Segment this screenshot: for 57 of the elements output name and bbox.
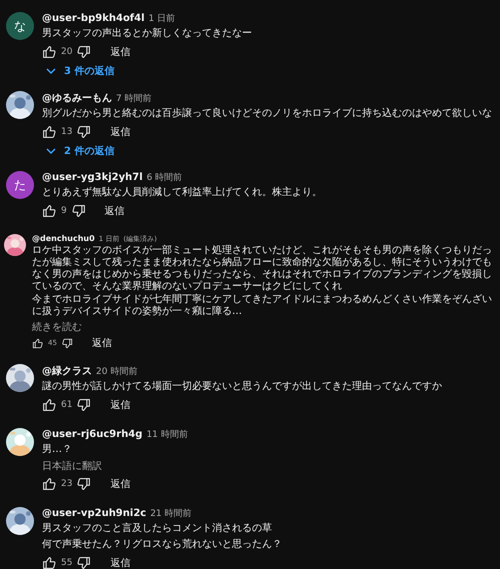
author-name[interactable]: @user-vp2uh9ni2c (42, 508, 146, 519)
thumbs-down-icon[interactable] (77, 398, 92, 412)
thumbs-down-icon[interactable] (77, 45, 92, 59)
chevron-down-icon (46, 66, 56, 76)
thumbs-down-icon[interactable] (62, 338, 73, 348)
chevron-down-icon (46, 146, 56, 156)
thumbs-down-icon[interactable] (72, 204, 86, 218)
like-count: 61 (61, 400, 72, 410)
reply-button[interactable]: 返信 (92, 336, 112, 350)
comment-time: 11 時間前 (146, 428, 188, 441)
comment-text: ロケ中スタッフのボイスが一部ミュート処理されていたけど、これがそもそも男の声を除くつもりだったが編集ミスして残ったまま使われたなら納品フローに致命的な欠陥があるし、特にそういうわけでもなく男の声をはじめから乗せるつもりだったなら、それはそれでホロライブのブランディングを毀損しているので、そんな業界理解のないプロデューサーはクビにしてくれ (32, 245, 493, 293)
reply-button[interactable]: 返信 (104, 204, 125, 218)
comment-time: 1 日前 (148, 12, 176, 25)
author-name[interactable]: @user-rj6uc9rh4g (42, 429, 142, 440)
view-replies-button[interactable]: 3 件の返信 (42, 63, 114, 79)
like-count: 9 (61, 206, 67, 216)
author-name[interactable]: @user-yg3kj2yh7l (42, 172, 143, 183)
avatar[interactable]: な (6, 12, 34, 40)
thumbs-up-icon[interactable] (42, 45, 56, 59)
like-count: 23 (61, 479, 72, 489)
read-more-link[interactable]: 続きを読む (32, 320, 82, 334)
reply-button[interactable]: 返信 (110, 125, 130, 139)
comment-time: 20 時間前 (96, 366, 138, 378)
like-count: 20 (61, 47, 72, 57)
comment-text: 男…？ (42, 443, 73, 457)
thumbs-up-icon[interactable] (42, 477, 56, 491)
reply-button[interactable]: 返信 (110, 398, 130, 412)
author-name[interactable]: @緑クラス (42, 364, 92, 378)
comment-text: 謎の男性が話しかけてる場面一切必要ないと思うんですが出してきた理由ってなんですか (42, 380, 443, 394)
author-name[interactable]: @ゆるみーもん (42, 91, 112, 105)
comment-text: とりあえず無駄な人員削減して利益率上げてくれ。株主より。 (42, 186, 323, 200)
thumbs-down-icon[interactable] (77, 125, 92, 139)
comment-text: 男スタッフの声出るとか新しくなってきたなー (42, 27, 253, 41)
like-count: 55 (61, 558, 72, 568)
comment-time: 21 時間前 (150, 508, 192, 520)
comment-text: 今までホロライブサイドが七年間丁寧にケアしてきたアイドルにまつわるめんどくさい作業をぞんざいに扱うデバイスサイドの姿勢が一々癪に障る… (32, 294, 493, 318)
avatar[interactable]: た (6, 171, 34, 199)
thumbs-up-icon[interactable] (42, 125, 56, 139)
comment-time: 7 時間前 (116, 92, 152, 105)
author-name[interactable]: @denchuchu0 (32, 234, 95, 243)
comment-time: 6 時間前 (146, 172, 182, 184)
view-replies-button[interactable]: 2 件の返信 (42, 143, 114, 159)
thumbs-down-icon[interactable] (77, 477, 92, 491)
thumbs-down-icon[interactable] (77, 556, 92, 569)
thumbs-up-icon[interactable] (42, 398, 56, 412)
comment-text: 男スタッフのこと言及したらコメント消されるの草 (42, 522, 273, 536)
comment-text: 別グルだから男と絡むのは百歩譲って良いけどそのノリをホロライブに持ち込むのはやめて欲しいな (42, 107, 493, 121)
reply-button[interactable]: 返信 (110, 556, 130, 569)
like-count: 13 (61, 127, 72, 137)
thumbs-up-icon[interactable] (32, 338, 43, 348)
reply-button[interactable]: 返信 (110, 45, 130, 59)
thumbs-up-icon[interactable] (42, 556, 56, 569)
translate-link[interactable]: 日本語に翻訳 (42, 459, 102, 473)
thumbs-up-icon[interactable] (42, 204, 56, 218)
comment-text: 何で声乗せたん？リグロスなら荒れないと思ったん？ (42, 538, 283, 552)
author-name[interactable]: @user-bp9kh4of4l (42, 13, 145, 24)
reply-button[interactable]: 返信 (110, 477, 130, 491)
